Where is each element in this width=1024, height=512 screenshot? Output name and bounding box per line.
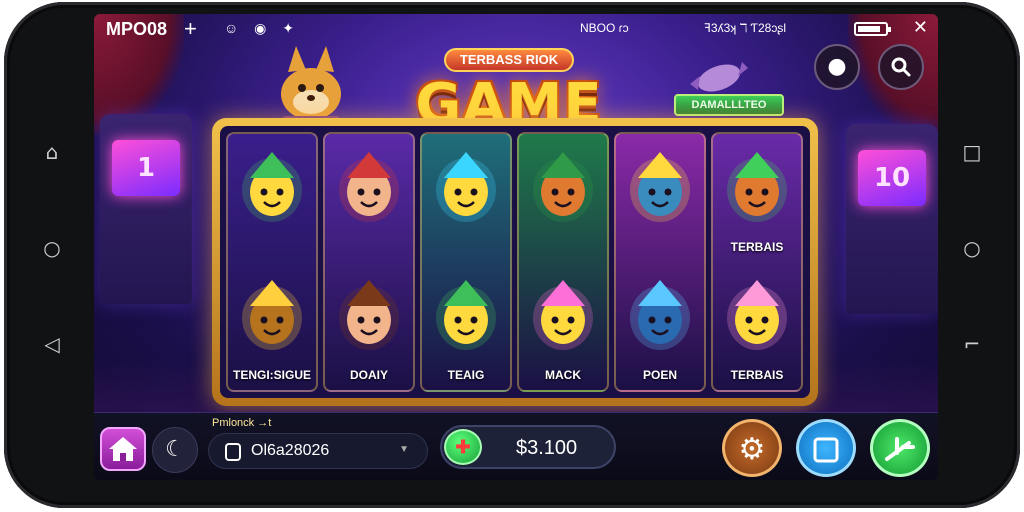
pink-letter-j-icon [533,280,593,350]
status-right-text: ꟻ3ʎ3ʞ ℸ Ƭ28ɔʂl [704,21,786,35]
profile-button[interactable]: ● [814,44,860,90]
reel-cell: TEAIG [422,264,510,388]
candy-wrapper-icon [242,152,302,222]
game-screen: 1 10 MPO08 + ☺ ◉ ✦ NBOO ɾɔ ꟻ3ʎ3ʞ ℸ Ƭ28ɔʂ… [94,14,938,480]
symbol-caption: TENGI:SIGUE [232,368,311,382]
symbol-caption: MACK [545,368,581,382]
battery-icon [854,22,891,36]
reel-cell: TERBAIS [713,264,801,388]
symbol-caption: TERBAIS [730,368,784,382]
user-silhouette-icon: ● [827,54,847,79]
title-badge: DAMALLLTEO [674,94,784,116]
home-icon [109,437,137,461]
chevron-down-icon: ▼ [399,444,409,455]
reel-cell: POEN [616,264,704,388]
coin-icon: ✚ [444,429,482,465]
status-notification-icons: ☺ ◉ ✦ [224,20,301,36]
fox-green-hat-icon [533,152,593,222]
status-left-text: MPO08 [106,19,168,39]
moon-icon: ☾ [165,437,185,462]
balance-amount: $3.100 [516,437,578,459]
gear-icon: ⚙ [738,432,766,467]
home-button[interactable] [100,427,146,471]
reel-cell [616,136,704,260]
candy-swirl-icon [727,280,787,350]
reel-6: TERBAIS TERBAIS [711,132,803,392]
symbol-caption: DOAIY [349,368,388,382]
reel-cell: TENGI:SIGUE [228,264,316,388]
bottom-bar: ☾ Pmlonck →t Ol6a28026 ▼ ✚ $3.100 ⚙ [94,412,938,480]
reel-5: POEN [614,132,706,392]
reels-container: TENGI:SIGUE DOAIY TEAIG MACK POEN TERBAIS TERB… [220,126,810,398]
blue-cat-icon [630,280,690,350]
stop-button[interactable] [796,419,856,477]
boy-face-icon [339,280,399,350]
symbol-caption: POEN [642,368,677,382]
reel-1: TENGI:SIGUE [226,132,318,392]
circle-nav-icon-right[interactable]: ○ [960,238,984,258]
battery-level-fill [858,26,880,32]
status-bar: MPO08 + ☺ ◉ ✦ NBOO ɾɔ ꟻ3ʎ3ʞ ℸ Ƭ28ɔʂl ✕ [94,14,938,44]
balance-display: ✚ $3.100 [440,425,616,469]
reel-cell [422,136,510,260]
fox-green-crest-icon [727,152,787,222]
wallet-icon [225,443,241,461]
title-subtitle-banner: TERBASS RIOK [444,48,574,72]
reel-3: TEAIG [420,132,512,392]
reel-cell: TERBAIS [713,136,801,260]
crystal-gem-icon [436,152,496,222]
symbol-caption: TEAIG [447,368,485,382]
search-icon [891,57,911,77]
status-plus: + [184,16,197,41]
green-seven-icon [436,280,496,350]
arcade-machine-left: 1 [100,114,192,304]
account-field[interactable]: Ol6a28026 ▼ [208,433,428,469]
spin-button[interactable] [870,419,930,477]
square-nav-icon[interactable]: □ [960,142,984,162]
account-label: Pmlonck →t [212,417,272,429]
search-button[interactable] [878,44,924,90]
close-icon[interactable]: ✕ [913,17,928,38]
corner-nav-icon[interactable]: ⌐ [960,334,984,354]
night-mode-button[interactable]: ☾ [152,427,198,473]
circle-nav-icon[interactable]: ○ [40,238,64,258]
reel-cell: DOAIY [325,264,413,388]
spin-arrow-icon [885,437,915,461]
phone-frame: ⌂ ○ ◁ □ ○ ⌐ 1 10 MPO08 + ☺ ◉ ✦ NBOO ɾɔ ꟻ… [4,2,1020,508]
back-nav-icon[interactable]: ◁ [40,334,64,354]
yellow-cat-icon [630,152,690,222]
reel-2: DOAIY [323,132,415,392]
reel-4: MACK [517,132,609,392]
square-icon [813,437,839,463]
arcade-machine-right: 10 [846,124,938,314]
reel-cell: MACK [519,264,607,388]
hooded-girl-icon [339,152,399,222]
symbol-caption: TERBAIS [730,240,784,254]
account-number: Ol6a28026 [251,442,330,459]
home-nav-icon[interactable]: ⌂ [40,142,64,162]
reel-cell [519,136,607,260]
gold-letter-i-icon [242,280,302,350]
candy-decoration-icon [690,62,748,92]
slot-machine-frame: TENGI:SIGUE DOAIY TEAIG MACK POEN TERBAIS TERB… [212,118,818,406]
reel-cell [325,136,413,260]
status-center-text: NBOO ɾɔ [580,21,629,35]
settings-button[interactable]: ⚙ [722,419,782,477]
reel-cell [228,136,316,260]
